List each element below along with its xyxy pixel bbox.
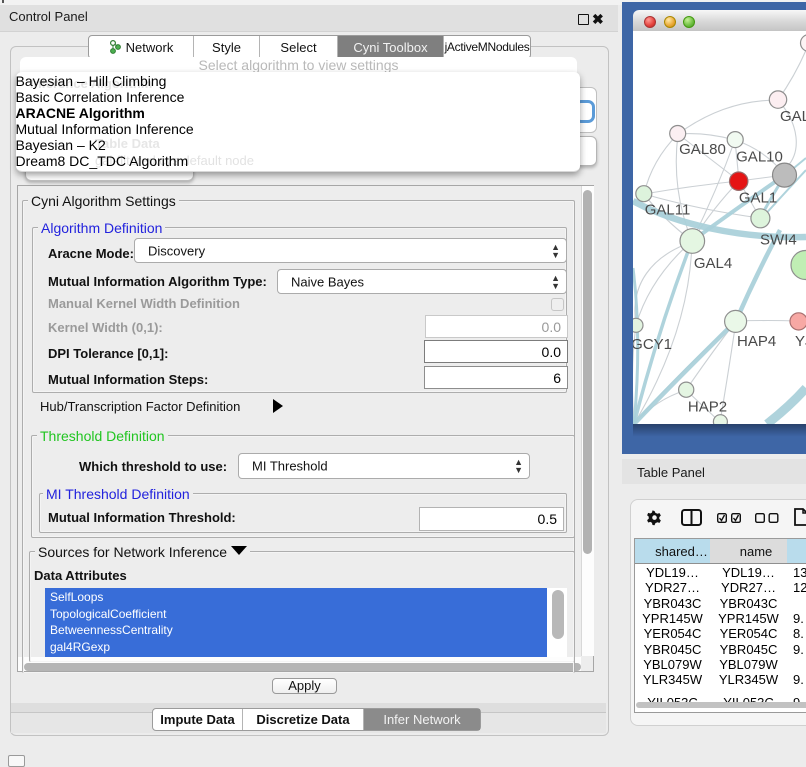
svg-text:YJ: YJ	[795, 333, 806, 350]
svg-text:SWI4: SWI4	[760, 232, 797, 249]
svg-text:GAL10: GAL10	[736, 149, 783, 166]
svg-text:GAL80: GAL80	[679, 141, 726, 158]
svg-text:GAL11: GAL11	[645, 202, 691, 219]
svg-text:GCY1: GCY1	[633, 336, 672, 353]
svg-text:HAP2: HAP2	[688, 399, 727, 416]
svg-text:GAL1: GAL1	[739, 190, 777, 207]
svg-text:GAL4: GAL4	[694, 255, 732, 272]
svg-text:HAP4: HAP4	[737, 333, 776, 350]
svg-text:GAL8: GAL8	[780, 108, 806, 125]
